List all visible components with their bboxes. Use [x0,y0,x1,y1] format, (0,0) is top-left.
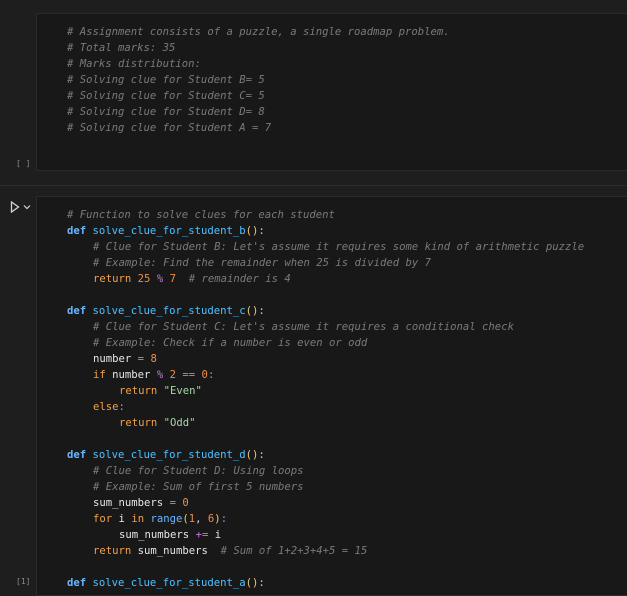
code-line: def solve_clue_for_student_b(): [67,225,265,237]
cell-separator [0,185,627,186]
play-icon [10,201,20,213]
code-line: sum_numbers = 0 [93,497,189,509]
code-cell-2[interactable]: # Function to solve clues for each stude… [36,196,627,596]
code-line: sum_numbers += i [119,529,222,541]
code-line: # Clue for Student D: Using loops [93,465,304,477]
code-line: # Solving clue for Student B= 5 [67,74,265,86]
code-line: if number % 2 == 0: [93,369,215,381]
code-line: return "Odd" [119,417,196,429]
code-line: # Function to solve clues for each stude… [67,209,335,221]
code-line: # Clue for Student B: Let's assume it re… [93,241,585,253]
chevron-down-icon [23,205,31,210]
execution-count: [ ] [16,159,31,168]
code-line: def solve_clue_for_student_d(): [67,449,265,461]
code-line: # Example: Sum of first 5 numbers [93,481,304,493]
code-line: def solve_clue_for_student_c(): [67,305,265,317]
code-line: return 25 % 7 # remainder is 4 [93,273,291,285]
code-line: return "Even" [119,385,202,397]
code-line: number = 8 [93,353,157,365]
run-cell-button[interactable] [10,200,36,214]
execution-count: [1] [16,577,31,586]
code-line: return sum_numbers # Sum of 1+2+3+4+5 = … [93,545,368,557]
code-line: for i in range(1, 6): [93,513,228,525]
code-line: # Solving clue for Student A = 7 [67,122,272,134]
code-line: # Assignment consists of a puzzle, a sin… [67,26,450,38]
code-line: # Solving clue for Student C= 5 [67,90,265,102]
code-line: # Example: Find the remainder when 25 is… [93,257,432,269]
code-cell-1[interactable]: # Assignment consists of a puzzle, a sin… [36,13,627,171]
code-line: # Example: Check if a number is even or … [93,337,368,349]
code-line: # Clue for Student C: Let's assume it re… [93,321,514,333]
code-line: # Total marks: 35 [67,42,176,54]
code-line: # Marks distribution: [67,58,201,70]
code-line: # Solving clue for Student D= 8 [67,106,265,118]
code-line: else: [93,401,125,413]
